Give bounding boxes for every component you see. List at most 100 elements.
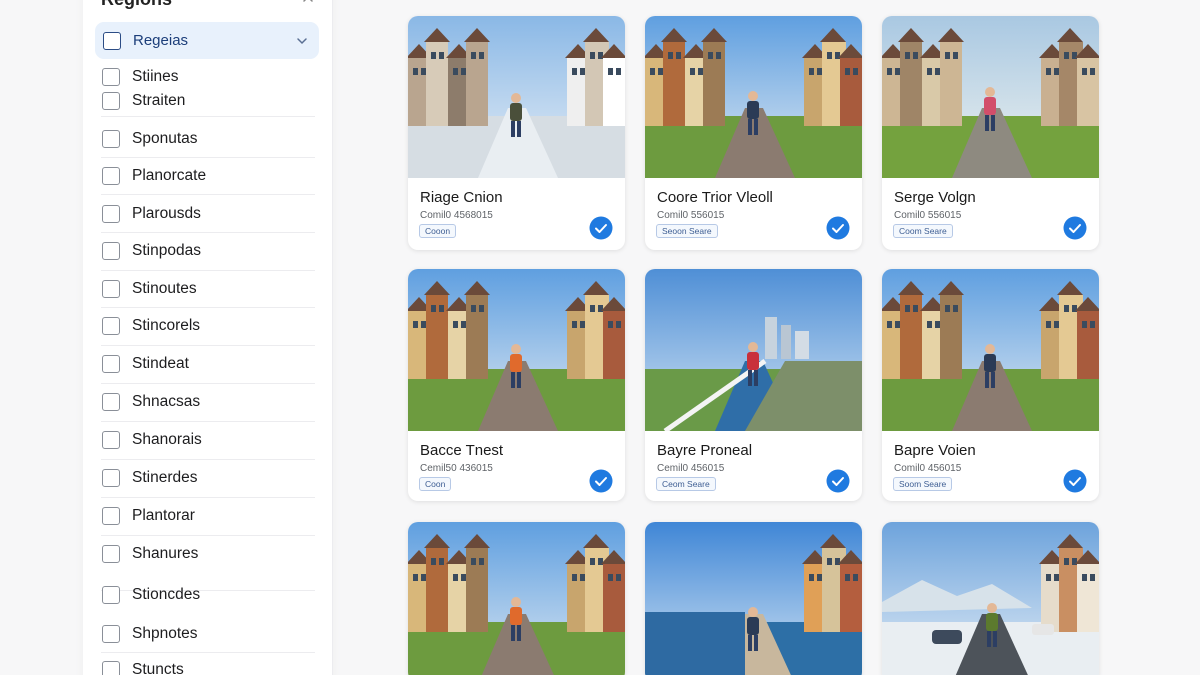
region-filter-item[interactable]: Stindeat xyxy=(102,352,315,376)
check-circle-icon[interactable] xyxy=(589,216,613,240)
sidebar-divider xyxy=(101,270,315,271)
card-tag[interactable]: Cooon xyxy=(419,224,457,238)
photo-thumbnail[interactable] xyxy=(882,16,1099,178)
photo-card[interactable] xyxy=(882,522,1099,675)
region-checkbox[interactable] xyxy=(102,92,120,110)
check-circle-icon[interactable] xyxy=(589,469,613,493)
check-circle-icon[interactable] xyxy=(1063,469,1087,493)
region-sidebar: Regions Regeias Stiines Straiten Sponutas P… xyxy=(83,0,333,675)
region-filter-item[interactable]: Stiines xyxy=(102,65,315,89)
sidebar-divider xyxy=(101,652,315,653)
region-filter-label: Stioncdes xyxy=(132,586,201,603)
region-checkbox[interactable] xyxy=(102,545,120,563)
region-dropdown[interactable]: Regeias xyxy=(95,22,319,59)
photo-card[interactable] xyxy=(408,522,625,675)
card-title: Serge Volgn xyxy=(894,189,976,206)
sidebar-title: Regions xyxy=(101,0,172,10)
region-filter-label: Planorcate xyxy=(132,167,207,184)
card-title: Riage Cnion xyxy=(420,189,503,206)
card-meta: Comil0 556015 xyxy=(894,210,962,221)
region-checkbox[interactable] xyxy=(102,242,120,260)
region-filter-item[interactable]: Planorcate xyxy=(102,164,315,188)
region-filter-label: Stinpodas xyxy=(132,242,201,259)
photo-thumbnail[interactable] xyxy=(645,522,862,675)
photo-thumbnail[interactable] xyxy=(408,522,625,675)
region-checkbox[interactable] xyxy=(102,507,120,525)
region-filter-item[interactable]: Stinerdes xyxy=(102,466,315,490)
card-meta: Cemil0 456015 xyxy=(657,463,725,474)
photo-card[interactable]: Riage Cnion Comil0 4568015 Cooon xyxy=(408,16,625,250)
card-title: Bapre Voien xyxy=(894,442,976,459)
region-dropdown-checkbox[interactable] xyxy=(103,31,121,50)
region-filter-label: Straiten xyxy=(132,92,186,109)
photo-thumbnail[interactable] xyxy=(645,269,862,431)
photo-card[interactable] xyxy=(645,522,862,675)
card-title: Bayre Proneal xyxy=(657,442,753,459)
chevron-down-icon[interactable] xyxy=(295,34,309,48)
region-checkbox[interactable] xyxy=(102,205,120,223)
photo-card[interactable]: Bacce Tnest Cemil50 436015 Coon xyxy=(408,269,625,501)
region-checkbox[interactable] xyxy=(102,130,120,148)
sidebar-divider xyxy=(101,307,315,308)
region-checkbox[interactable] xyxy=(102,355,120,373)
sidebar-divider xyxy=(101,535,315,536)
region-filter-item[interactable]: Stincorels xyxy=(102,314,315,338)
card-tag[interactable]: Ceom Seare xyxy=(656,477,716,491)
region-filter-item[interactable]: Sponutas xyxy=(102,127,315,151)
photo-thumbnail[interactable] xyxy=(645,16,862,178)
region-checkbox[interactable] xyxy=(102,393,120,411)
region-checkbox[interactable] xyxy=(102,280,120,298)
region-checkbox[interactable] xyxy=(102,661,120,675)
region-filter-item[interactable]: Stioncdes xyxy=(102,583,315,607)
card-tag[interactable]: Coon xyxy=(419,477,452,491)
region-filter-item[interactable]: Shanures xyxy=(102,542,315,566)
region-filter-item[interactable]: Stuncts xyxy=(102,658,315,675)
photo-card[interactable]: Serge Volgn Comil0 556015 Coom Seare xyxy=(882,16,1099,250)
check-circle-icon[interactable] xyxy=(826,469,850,493)
region-filter-label: Stinoutes xyxy=(132,280,197,297)
region-filter-item[interactable]: Shanorais xyxy=(102,428,315,452)
region-checkbox[interactable] xyxy=(102,167,120,185)
region-checkbox[interactable] xyxy=(102,469,120,487)
region-filter-label: Stuncts xyxy=(132,661,184,675)
region-filter-label: Plantorar xyxy=(132,507,195,524)
photo-card[interactable]: Bayre Proneal Cemil0 456015 Ceom Seare xyxy=(645,269,862,501)
photo-thumbnail[interactable] xyxy=(408,16,625,178)
region-checkbox[interactable] xyxy=(102,625,120,643)
photo-card[interactable]: Coore Trior Vleoll Comil0 556015 Seoon Sea… xyxy=(645,16,862,250)
card-meta: Comil0 4568015 xyxy=(420,210,493,221)
region-checkbox[interactable] xyxy=(102,431,120,449)
photo-thumbnail[interactable] xyxy=(882,522,1099,675)
region-filter-item[interactable]: Shpnotes xyxy=(102,622,315,646)
sidebar-divider xyxy=(101,383,315,384)
card-tag[interactable]: Coom Seare xyxy=(893,224,953,238)
region-filter-item[interactable]: Stinoutes xyxy=(102,277,315,301)
card-tag[interactable]: Seoon Seare xyxy=(656,224,718,238)
region-filter-label: Shanorais xyxy=(132,431,202,448)
region-filter-item[interactable]: Stinpodas xyxy=(102,239,315,263)
check-circle-icon[interactable] xyxy=(1063,216,1087,240)
chevron-up-icon[interactable] xyxy=(301,0,315,6)
region-checkbox[interactable] xyxy=(102,68,120,86)
region-filter-item[interactable]: Plantorar xyxy=(102,504,315,528)
photo-thumbnail[interactable] xyxy=(882,269,1099,431)
card-tag[interactable]: Soom Seare xyxy=(893,477,953,491)
sidebar-divider xyxy=(101,194,315,195)
region-checkbox[interactable] xyxy=(102,586,120,604)
sidebar-divider xyxy=(101,345,315,346)
sidebar-divider xyxy=(101,459,315,460)
region-filter-label: Plarousds xyxy=(132,205,201,222)
region-filter-item[interactable]: Plarousds xyxy=(102,202,315,226)
sidebar-divider xyxy=(101,116,315,117)
region-checkbox[interactable] xyxy=(102,317,120,335)
region-filter-label: Sponutas xyxy=(132,130,198,147)
region-filter-item[interactable]: Straiten xyxy=(102,89,315,113)
region-filter-label: Stinerdes xyxy=(132,469,198,486)
card-title: Coore Trior Vleoll xyxy=(657,189,773,206)
check-circle-icon[interactable] xyxy=(826,216,850,240)
region-filter-label: Shnacsas xyxy=(132,393,201,410)
card-meta: Comil0 556015 xyxy=(657,210,725,221)
photo-thumbnail[interactable] xyxy=(408,269,625,431)
region-filter-item[interactable]: Shnacsas xyxy=(102,390,315,414)
photo-card[interactable]: Bapre Voien Comil0 456015 Soom Seare xyxy=(882,269,1099,501)
